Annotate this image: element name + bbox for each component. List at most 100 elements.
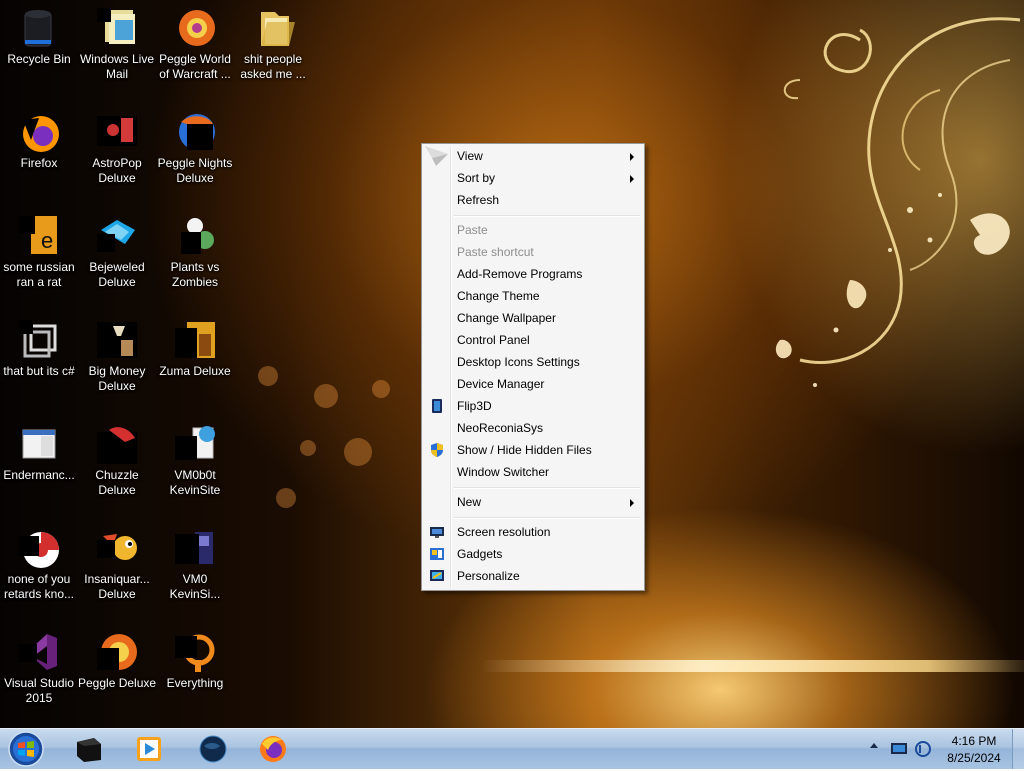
desktop-icon-windows-live-mail[interactable]: Windows Live Mail — [78, 0, 156, 82]
desktop-icon-peggle-world[interactable]: Peggle World of Warcraft ... — [156, 0, 234, 82]
clock-time[interactable]: 4:16 PM — [934, 734, 1014, 748]
media-player-icon — [137, 737, 161, 761]
menu-item-add-remove-programs[interactable]: Add-Remove Programs — [424, 263, 642, 285]
wallpaper-bokeh — [276, 488, 296, 508]
clock-date[interactable]: 8/25/2024 — [934, 751, 1014, 765]
desktop-icon-peggle-nights[interactable]: Peggle Nights Deluxe — [156, 104, 234, 186]
menu-item-neoreconiasys[interactable]: NeoReconiaSys — [424, 417, 642, 439]
menu-item-label: Sort by — [457, 171, 496, 185]
desktop-icon-vm0b0t[interactable]: VM0b0t KevinSite — [156, 416, 234, 498]
start-button[interactable] — [6, 730, 46, 768]
chuzzle-icon — [95, 422, 139, 466]
icon-label: Deluxe — [98, 275, 136, 289]
icon-label: some russian — [3, 260, 75, 274]
menu-item-window-switcher[interactable]: Window Switcher — [424, 461, 642, 483]
desktop-icon-endermanch[interactable]: Endermanc... — [0, 416, 78, 483]
taskbar-button-media-player[interactable] — [120, 730, 178, 768]
icon-label: Zuma Deluxe — [159, 364, 231, 378]
menu-item-label: Desktop Icons Settings — [457, 355, 580, 369]
menu-item-desktop-icons-settings[interactable]: Desktop Icons Settings — [424, 351, 642, 373]
wallpaper-bokeh — [300, 440, 316, 456]
desktop-icon-big-money[interactable]: Big Money Deluxe — [78, 312, 156, 394]
menu-item-change-wallpaper[interactable]: Change Wallpaper — [424, 307, 642, 329]
icon-label: shit people — [243, 52, 303, 66]
icon-label: Recycle Bin — [7, 52, 71, 66]
menu-item-label: Change Theme — [457, 289, 540, 303]
globe-icon — [199, 735, 227, 763]
shortcut-icon — [17, 318, 61, 362]
network-icon[interactable] — [890, 741, 908, 757]
menu-item-change-theme[interactable]: Change Theme — [424, 285, 642, 307]
svg-text:e: e — [41, 228, 53, 253]
desktop-icon-zuma-deluxe[interactable]: Zuma Deluxe — [156, 312, 234, 379]
menu-item-personalize[interactable]: Personalize — [424, 565, 642, 587]
menu-item-label: Paste shortcut — [457, 245, 534, 259]
desktop-icon-visual-studio[interactable]: Visual Studio 2015 — [0, 624, 78, 706]
volume-icon[interactable] — [914, 740, 932, 758]
menu-item-gadgets[interactable]: Gadgets — [424, 543, 642, 565]
show-hidden-icons-button[interactable] — [870, 743, 878, 748]
desktop-icon-vm0[interactable]: VM0 KevinSi... — [156, 520, 234, 602]
menu-item-new[interactable]: New — [424, 491, 642, 513]
icon-label: VM0b0t — [174, 468, 216, 482]
menu-item-refresh[interactable]: Refresh — [424, 189, 642, 211]
wallpaper-swirl — [775, 17, 1021, 387]
icon-label: Zombies — [171, 275, 218, 289]
menu-item-flip3d[interactable]: Flip3D — [424, 395, 642, 417]
menu-item-paste: Paste — [424, 219, 642, 241]
desktop-icon-peggle-deluxe[interactable]: Peggle Deluxe — [78, 624, 156, 691]
menu-item-screen-resolution[interactable]: Screen resolution — [424, 521, 642, 543]
windows-live-mail-icon — [95, 6, 139, 50]
desktop-icon-that-but-its-c[interactable]: that but its c# — [0, 312, 78, 379]
icon-label: KevinSite — [169, 483, 221, 497]
desktop-icon-everything[interactable]: Everything — [156, 624, 234, 691]
menu-item-label: Personalize — [457, 569, 520, 583]
wallpaper-light-streak — [480, 660, 1024, 672]
recycle-bin-icon — [17, 6, 61, 50]
taskbar-button-firefox[interactable] — [244, 730, 302, 768]
icon-label: Chuzzle — [95, 468, 139, 482]
icon-label: VM0 — [182, 572, 208, 586]
personalize-icon — [430, 570, 444, 581]
desktop-icon-astropop[interactable]: AstroPop Deluxe — [78, 104, 156, 186]
taskbar-button-terminal[interactable] — [60, 730, 118, 768]
submenu-arrow-icon — [630, 175, 634, 183]
peggle-deluxe-icon — [95, 630, 139, 674]
desktop-icon-some-russian[interactable]: e some russian ran a rat — [0, 208, 78, 290]
menu-item-label: Window Switcher — [457, 465, 550, 479]
desktop-icon-recycle-bin[interactable]: Recycle Bin — [0, 0, 78, 67]
desktop-icon-bejeweled[interactable]: Bejeweled Deluxe — [78, 208, 156, 290]
visual-studio-icon — [17, 630, 61, 674]
icon-label: 2015 — [25, 691, 53, 705]
menu-item-label: Control Panel — [457, 333, 530, 347]
desktop-icon-none-of-you[interactable]: none of you retards kno... — [0, 520, 78, 602]
desktop-icon-folder[interactable]: shit people asked me ... — [234, 0, 312, 82]
gadgets-icon — [430, 548, 444, 560]
document-icon: e — [17, 214, 61, 258]
desktop-icon-plants-vs-zombies[interactable]: Plants vs Zombies — [156, 208, 234, 290]
icon-label: Big Money — [88, 364, 146, 378]
icon-label: ran a rat — [16, 275, 62, 289]
desktop-icon-firefox[interactable]: Firefox — [0, 104, 78, 171]
menu-separator — [454, 517, 640, 519]
menu-item-sort-by[interactable]: Sort by — [424, 167, 642, 189]
show-desktop-button[interactable] — [1012, 729, 1024, 769]
menu-item-label: View — [457, 149, 483, 163]
desktop-icon-insaniquarium[interactable]: Insaniquar... Deluxe — [78, 520, 156, 602]
desktop-context-menu: View Sort by Refresh Paste Paste shortcu… — [421, 143, 645, 591]
folder-icon — [251, 6, 295, 50]
everything-search-icon — [173, 630, 217, 674]
menu-separator — [454, 487, 640, 489]
windows-logo-icon — [8, 731, 44, 767]
menu-item-label: Gadgets — [457, 547, 503, 561]
menu-item-view[interactable]: View — [424, 145, 642, 167]
astropop-deluxe-icon — [95, 110, 139, 154]
menu-item-show-hide-hidden-files[interactable]: Show / Hide Hidden Files — [424, 439, 642, 461]
desktop-icon-chuzzle[interactable]: Chuzzle Deluxe — [78, 416, 156, 498]
menu-item-device-manager[interactable]: Device Manager — [424, 373, 642, 395]
menu-item-control-panel[interactable]: Control Panel — [424, 329, 642, 351]
flip3d-icon — [432, 399, 442, 413]
icon-label: Deluxe — [176, 171, 214, 185]
terminal-icon — [77, 738, 101, 762]
taskbar-button-globe[interactable] — [184, 730, 242, 768]
